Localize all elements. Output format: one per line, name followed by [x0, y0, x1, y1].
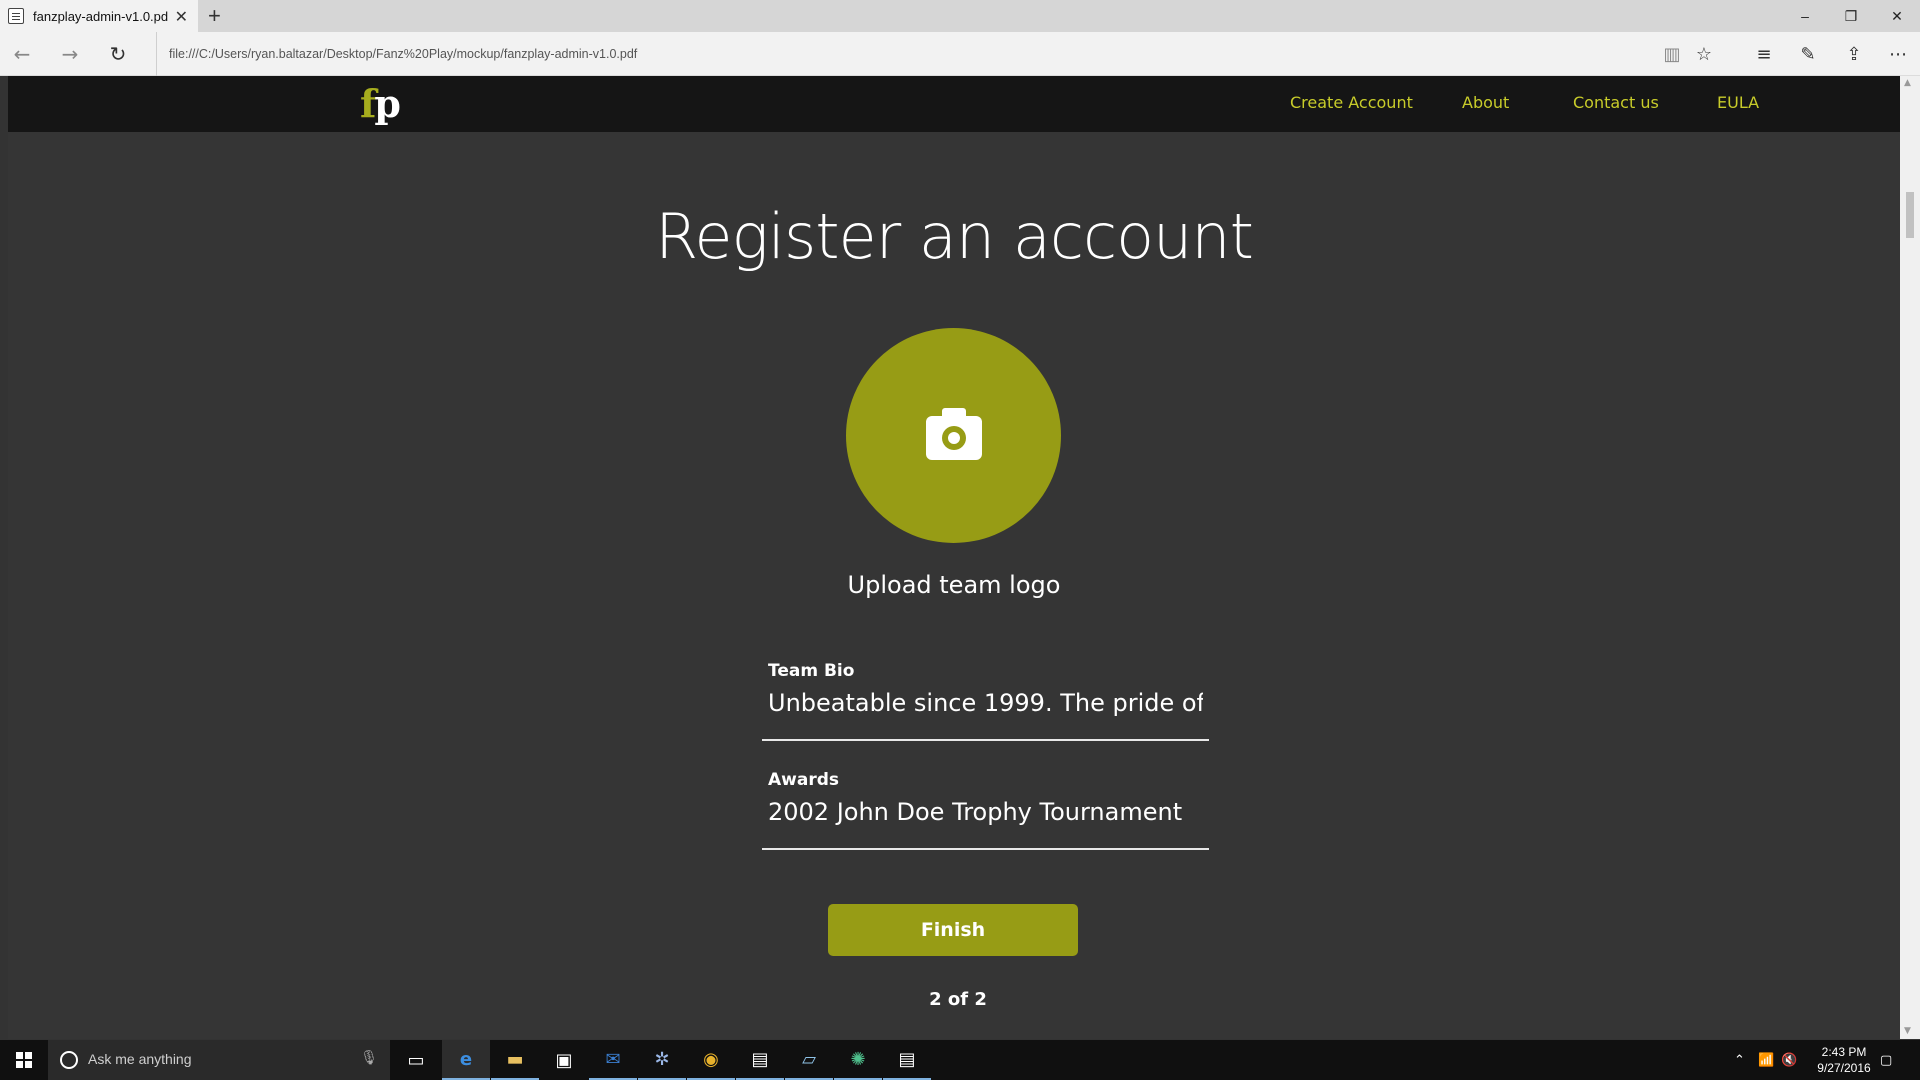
windows-logo-icon — [16, 1052, 32, 1068]
upload-logo-button[interactable] — [846, 328, 1061, 543]
outlook-icon[interactable]: ✉ — [589, 1040, 637, 1080]
awards-field: Awards — [762, 770, 1209, 850]
back-arrow-icon[interactable]: ← — [10, 42, 34, 66]
site-navbar: fp Create Account About Contact us EULA — [8, 76, 1900, 132]
team-bio-field: Team Bio — [762, 661, 1209, 741]
awards-label: Awards — [768, 770, 840, 790]
show-hidden-icons[interactable]: ⌃ — [1734, 1040, 1745, 1080]
window-controls: – ❐ ✕ — [1782, 0, 1920, 32]
tab-close-icon[interactable]: ✕ — [175, 7, 188, 27]
store-icon[interactable]: ▣ — [540, 1040, 588, 1080]
notepad-icon[interactable]: ▱ — [785, 1040, 833, 1080]
nav-eula[interactable]: EULA — [1717, 93, 1759, 112]
app-icon[interactable]: ✲ — [638, 1040, 686, 1080]
network-icon[interactable]: 📶 — [1758, 1040, 1774, 1080]
more-icon[interactable]: ⋯ — [1886, 42, 1910, 66]
reading-view-icon[interactable]: ▥ — [1660, 42, 1684, 66]
file-explorer-icon[interactable]: ▬ — [491, 1040, 539, 1080]
address-bar: ← → ↻ file:///C:/Users/ryan.baltazar/Des… — [0, 32, 1920, 76]
awards-input[interactable] — [768, 798, 1203, 826]
finish-button[interactable]: Finish — [828, 904, 1078, 956]
action-center-icon[interactable]: ▢ — [1880, 1040, 1892, 1080]
url-field[interactable]: file:///C:/Users/ryan.baltazar/Desktop/F… — [156, 32, 637, 76]
cortana-search[interactable]: Ask me anything 🎙 — [48, 1040, 390, 1080]
page-content: fp Create Account About Contact us EULA … — [8, 76, 1900, 1039]
refresh-icon[interactable]: ↻ — [106, 42, 130, 66]
team-bio-input[interactable] — [768, 689, 1203, 717]
console-icon[interactable]: ▤ — [883, 1040, 931, 1080]
new-tab-button[interactable]: + — [208, 3, 221, 29]
cortana-icon — [60, 1051, 78, 1069]
nav-contact-us[interactable]: Contact us — [1573, 93, 1659, 112]
chrome-icon[interactable]: ◉ — [687, 1040, 735, 1080]
page-scrollbar[interactable]: ▲ ▼ — [1900, 76, 1920, 1039]
scroll-down-icon[interactable]: ▼ — [1904, 1026, 1911, 1036]
scroll-thumb[interactable] — [1906, 192, 1914, 238]
forward-arrow-icon[interactable]: → — [58, 42, 82, 66]
restore-button[interactable]: ❐ — [1828, 0, 1874, 32]
close-window-button[interactable]: ✕ — [1874, 0, 1920, 32]
step-indicator: 2 of 2 — [929, 989, 987, 1010]
fanzplay-logo[interactable]: fp — [360, 81, 401, 126]
team-bio-label: Team Bio — [768, 661, 855, 681]
page-title: Register an account — [655, 200, 1254, 273]
hub-icon[interactable]: ≡ — [1752, 42, 1776, 66]
minimize-button[interactable]: – — [1782, 0, 1828, 32]
clock-date: 9/27/2016 — [1817, 1061, 1871, 1075]
scroll-up-icon[interactable]: ▲ — [1904, 78, 1911, 88]
tab-title: fanzplay-admin-v1.0.pd — [33, 8, 169, 24]
browser-tab[interactable]: fanzplay-admin-v1.0.pd ✕ — [0, 0, 198, 32]
share-icon[interactable]: ⇪ — [1842, 42, 1866, 66]
nav-about[interactable]: About — [1462, 93, 1509, 112]
clock-time: 2:43 PM — [1821, 1045, 1867, 1059]
terminal-icon[interactable]: ▤ — [736, 1040, 784, 1080]
browser-tab-bar: fanzplay-admin-v1.0.pd ✕ + – ❐ ✕ — [0, 0, 1920, 32]
clock[interactable]: 2:43 PM 9/27/2016 — [1804, 1044, 1884, 1076]
windows-taskbar: Ask me anything 🎙 ▭ e ▬ ▣ ✉ ✲ ◉ ▤ ▱ ✺ ▤ … — [0, 1040, 1920, 1080]
volume-muted-icon[interactable]: 🔇 — [1781, 1040, 1797, 1080]
nav-create-account[interactable]: Create Account — [1290, 93, 1413, 112]
upload-label: Upload team logo — [847, 571, 1061, 599]
web-note-icon[interactable]: ✎ — [1796, 42, 1820, 66]
start-button[interactable] — [0, 1040, 48, 1080]
microphone-icon[interactable]: 🎙 — [360, 1050, 378, 1066]
favorite-star-icon[interactable]: ☆ — [1692, 42, 1716, 66]
sourcetree-icon[interactable]: ✺ — [834, 1040, 882, 1080]
pdf-icon — [8, 8, 24, 24]
camera-icon — [926, 408, 982, 460]
search-placeholder: Ask me anything — [88, 1051, 192, 1067]
task-view-icon[interactable]: ▭ — [392, 1040, 440, 1080]
edge-icon[interactable]: e — [442, 1040, 490, 1080]
